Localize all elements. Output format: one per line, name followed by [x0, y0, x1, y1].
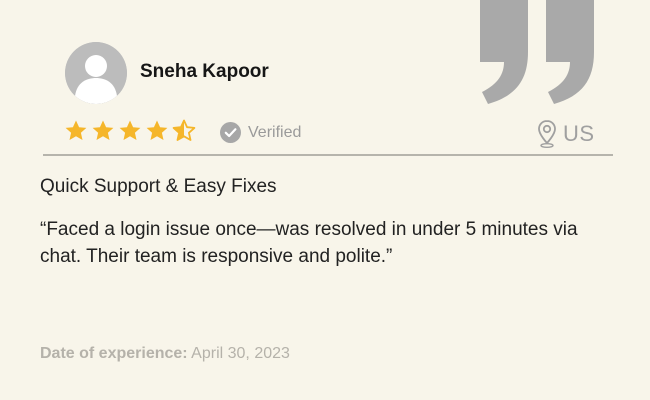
reviewer-location: US: [537, 119, 595, 149]
quote-mark-icon: [480, 0, 594, 104]
map-pin-icon: [538, 120, 556, 149]
divider: [43, 154, 613, 156]
star-icon: [65, 120, 87, 140]
star-half-icon: [172, 119, 196, 141]
experience-date: Date of experience: April 30, 2023: [40, 345, 290, 363]
country-code: US: [563, 121, 595, 146]
experience-date-label: Date of experience:: [40, 345, 188, 362]
star-rating: [64, 119, 196, 143]
check-circle-icon: [220, 122, 241, 143]
star-icon: [92, 120, 114, 140]
review-body: “Faced a login issue once—was resolved i…: [40, 219, 578, 267]
user-avatar-icon: [65, 42, 127, 104]
star-icon: [146, 120, 168, 140]
verified-badge: Verified: [220, 122, 301, 143]
review-title: Quick Support & Easy Fixes: [40, 176, 277, 197]
review-card: Sneha Kapoor Verified US Quick Support &…: [0, 0, 650, 400]
verified-label: Verified: [248, 123, 302, 141]
avatar: [65, 42, 127, 104]
star-icon: [119, 120, 141, 140]
experience-date-value: April 30, 2023: [191, 345, 290, 362]
reviewer-name: Sneha Kapoor: [140, 61, 269, 82]
